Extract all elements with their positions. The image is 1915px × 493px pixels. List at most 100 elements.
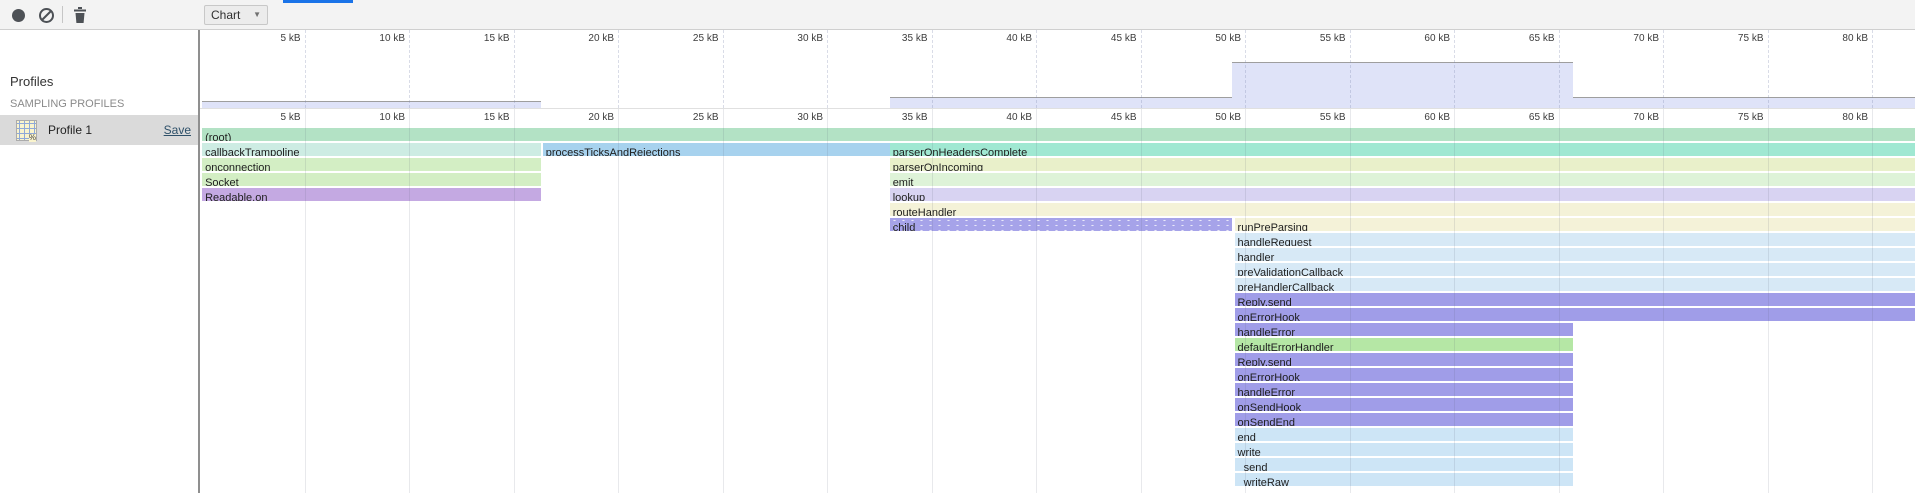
flame-bar-onerrorhook[interactable]: onErrorHook xyxy=(1235,308,1915,321)
flame-bar-readable-on[interactable]: Readable.on xyxy=(202,188,541,201)
axis-tick-label: 75 kB xyxy=(1708,33,1764,44)
sidebar-item-profile-1[interactable]: % Profile 1 Save xyxy=(0,115,198,145)
axis-tick-label: 30 kB xyxy=(767,33,823,44)
clear-button[interactable] xyxy=(36,5,56,25)
flame-gridline xyxy=(409,109,410,493)
flame-bar-reply-send[interactable]: Reply.send xyxy=(1235,293,1915,306)
flame-bar-handlerequest[interactable]: handleRequest xyxy=(1235,233,1915,246)
flame-bar-onsendhook[interactable]: onSendHook xyxy=(1235,398,1574,411)
flame-bar-child[interactable]: child xyxy=(890,218,1233,231)
view-mode-select[interactable]: Chart ▼ xyxy=(204,5,268,25)
axis-tick-label: 30 kB xyxy=(767,112,823,123)
axis-tick-label: 65 kB xyxy=(1499,112,1555,123)
axis-tick-label: 45 kB xyxy=(1081,33,1137,44)
flame-bar-label: onconnection xyxy=(202,162,270,171)
flame-gridline xyxy=(1141,109,1142,493)
flame-bar-routehandler[interactable]: routeHandler xyxy=(890,203,1915,216)
save-link[interactable]: Save xyxy=(164,123,191,137)
flame-bar-root[interactable]: (root) xyxy=(202,128,1915,141)
flame-gridline xyxy=(827,109,828,493)
flame-bar-callbacktrampoline[interactable]: callbackTrampoline xyxy=(202,143,541,156)
overview-gridline xyxy=(1768,30,1770,108)
trash-icon xyxy=(73,7,87,23)
axis-tick-label: 10 kB xyxy=(349,33,405,44)
flame-bar-processticksandrejections[interactable]: processTicksAndRejections xyxy=(543,143,890,156)
flame-bar-label: _send xyxy=(1235,462,1268,471)
flame-bar-parseronheaderscomplete[interactable]: parserOnHeadersComplete xyxy=(890,143,1915,156)
axis-tick-label: 5 kB xyxy=(245,112,301,123)
overview-pane[interactable]: 5 kB10 kB15 kB20 kB25 kB30 kB35 kB40 kB4… xyxy=(200,30,1915,109)
sidebar-heading: Profiles xyxy=(10,74,53,89)
flame-bar-label: write_ xyxy=(1235,447,1267,456)
flame-bar-reply-send[interactable]: Reply.send xyxy=(1235,353,1574,366)
flame-gridline xyxy=(723,109,724,493)
axis-tick-label: 55 kB xyxy=(1290,112,1346,123)
flame-bar-label: routeHandler xyxy=(890,207,957,216)
chevron-down-icon: ▼ xyxy=(253,11,261,19)
profile-name: Profile 1 xyxy=(48,123,92,137)
flame-bar-onsendend[interactable]: onSendEnd xyxy=(1235,413,1574,426)
flame-chart[interactable]: (root) callbackTrampoline processTicksAndR… xyxy=(200,127,1915,493)
overview-step xyxy=(1573,97,1915,108)
flame-bar-end[interactable]: end xyxy=(1235,428,1574,441)
flame-bar-handleerror[interactable]: handleError xyxy=(1235,323,1574,336)
flame-bar-prevalidationcallback[interactable]: preValidationCallback xyxy=(1235,263,1915,276)
flame-bar-prehandlercallback[interactable]: preHandlerCallback xyxy=(1235,278,1915,291)
toolbar: Chart ▼ xyxy=(0,0,1915,30)
flame-gridline xyxy=(305,109,306,493)
flame-bar-socket[interactable]: Socket xyxy=(202,173,541,186)
flame-gridline xyxy=(1663,109,1664,493)
overview-step xyxy=(890,97,1233,108)
flame-bar-emit[interactable]: emit xyxy=(890,173,1915,186)
flame-gridline xyxy=(1768,109,1769,493)
flame-bar-label: defaultErrorHandler xyxy=(1235,342,1334,351)
block-icon xyxy=(38,7,55,24)
flame-bar-handler[interactable]: handler xyxy=(1235,248,1915,261)
axis-tick-label: 70 kB xyxy=(1603,33,1659,44)
flame-gridline xyxy=(932,109,933,493)
overview-gridline xyxy=(1245,30,1247,108)
flame-bar-lookup[interactable]: lookup xyxy=(890,188,1915,201)
record-button[interactable] xyxy=(8,5,28,25)
flame-bar-label: processTicksAndRejections xyxy=(543,147,681,156)
flame-bar-writeraw[interactable]: _writeRaw xyxy=(1235,473,1574,486)
overview-gridline xyxy=(409,30,411,108)
flame-gridline xyxy=(618,109,619,493)
flame-bar-label: handler xyxy=(1235,252,1275,261)
active-tab-indicator xyxy=(283,0,353,3)
delete-button[interactable] xyxy=(70,5,90,25)
sidebar-section-label: SAMPLING PROFILES xyxy=(10,98,124,110)
overview-gridline xyxy=(827,30,829,108)
axis-tick-label: 40 kB xyxy=(976,33,1032,44)
view-mode-label: Chart xyxy=(211,8,240,22)
flame-bar-label: handleError xyxy=(1235,387,1295,396)
flame-bar-label: handleError xyxy=(1235,327,1295,336)
axis-tick-label: 20 kB xyxy=(558,112,614,123)
flame-bar-label: _writeRaw xyxy=(1235,477,1289,486)
flame-bar-label: parserOnHeadersComplete xyxy=(890,147,1028,156)
flame-bar-runpreparsing[interactable]: runPreParsing xyxy=(1235,218,1915,231)
axis-tick-label: 65 kB xyxy=(1499,33,1555,44)
flame-bar-label: callbackTrampoline xyxy=(202,147,299,156)
flame-bar-write[interactable]: write_ xyxy=(1235,443,1574,456)
toolbar-separator xyxy=(62,6,63,23)
flame-bar-defaulterrorhandler[interactable]: defaultErrorHandler xyxy=(1235,338,1574,351)
flame-bar-send[interactable]: _send xyxy=(1235,458,1574,471)
flame-bar-label: child xyxy=(890,222,916,231)
overview-gridline xyxy=(514,30,516,108)
overview-gridline xyxy=(305,30,307,108)
flame-bar-handleerror[interactable]: handleError xyxy=(1235,383,1574,396)
overview-gridline xyxy=(932,30,934,108)
overview-gridline xyxy=(618,30,620,108)
axis-tick-label: 15 kB xyxy=(454,112,510,123)
axis-tick-label: 10 kB xyxy=(349,112,405,123)
flame-bar-parseronincoming[interactable]: parserOnIncoming xyxy=(890,158,1915,171)
overview-gridline xyxy=(1454,30,1456,108)
overview-gridline xyxy=(1663,30,1665,108)
flame-bar-label: handleRequest xyxy=(1235,237,1312,246)
overview-gridline xyxy=(1559,30,1561,108)
flame-bar-onconnection[interactable]: onconnection xyxy=(202,158,541,171)
overview-step xyxy=(202,101,541,108)
flame-bar-onerrorhook[interactable]: onErrorHook xyxy=(1235,368,1574,381)
flame-chart-ruler: 5 kB10 kB15 kB20 kB25 kB30 kB35 kB40 kB4… xyxy=(200,109,1915,127)
